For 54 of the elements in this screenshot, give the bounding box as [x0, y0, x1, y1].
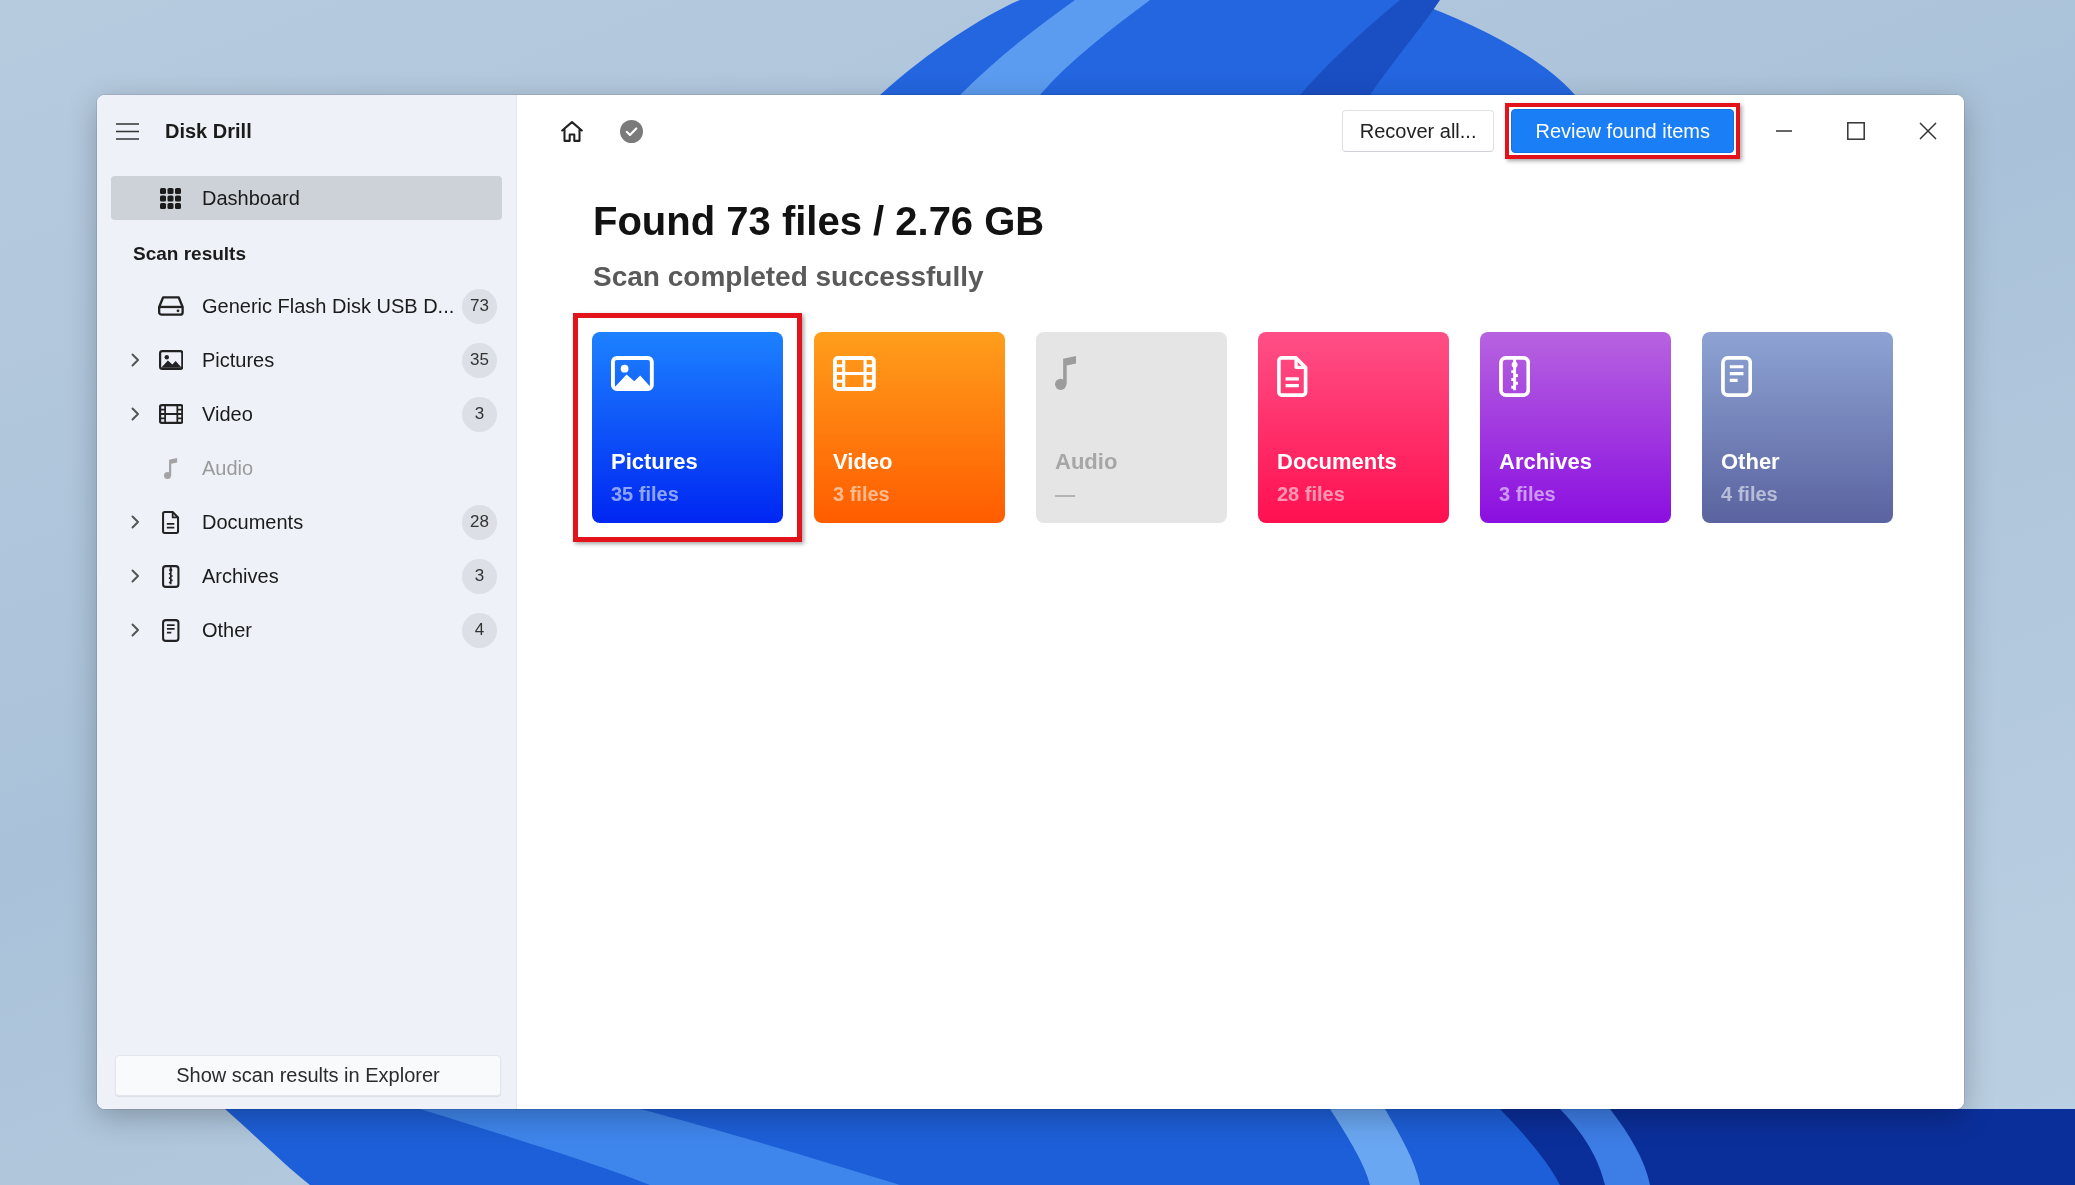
image-icon [158, 350, 184, 370]
file-count: 3 files [1499, 482, 1556, 507]
film-icon [833, 356, 876, 391]
file-count: 28 files [1277, 482, 1345, 507]
home-icon[interactable] [561, 120, 583, 142]
close-icon[interactable] [1919, 122, 1937, 140]
status-text: Scan completed successfully [593, 260, 984, 294]
image-icon [611, 356, 654, 391]
grid-icon [160, 187, 181, 209]
sidebar-item[interactable]: Generic Flash Disk USB D... 73 [97, 279, 516, 333]
chevron-right-icon[interactable] [131, 407, 140, 421]
check-circle-icon[interactable] [620, 119, 643, 143]
category-tile[interactable]: Other 4 files [1702, 332, 1893, 523]
count-badge: 35 [462, 342, 497, 378]
file-lines-icon [162, 618, 180, 642]
film-icon [158, 404, 184, 424]
menu-icon[interactable] [116, 122, 139, 140]
file-lines-icon [1721, 356, 1753, 397]
document-icon [1277, 356, 1308, 397]
primary-button[interactable]: Review found items [1511, 109, 1734, 153]
category-tile[interactable]: Archives 3 files [1480, 332, 1671, 523]
show-in-explorer-button[interactable]: Show scan results in Explorer [115, 1055, 501, 1096]
file-count: 35 files [611, 482, 679, 507]
sidebar-item[interactable]: Archives 3 [97, 549, 516, 603]
sidebar-item[interactable]: Documents 28 [97, 495, 516, 549]
sidebar-item[interactable]: Video 3 [97, 387, 516, 441]
count-badge: 4 [462, 612, 497, 648]
page-title: Found 73 files / 2.76 GB [593, 198, 1045, 245]
file-count: — [1055, 482, 1075, 507]
file-count: 3 files [833, 482, 890, 507]
music-note-icon [164, 457, 178, 479]
count-badge: 3 [462, 558, 497, 594]
zip-file-icon [162, 564, 180, 588]
maximize-icon[interactable] [1847, 122, 1865, 140]
chevron-right-icon[interactable] [131, 353, 140, 367]
secondary-button[interactable]: Recover all... [1341, 110, 1495, 152]
count-badge: 73 [462, 288, 497, 324]
drive-icon [158, 296, 184, 316]
count-badge: 3 [462, 396, 497, 432]
file-count: 4 files [1721, 482, 1778, 507]
sidebar-item[interactable]: Other 4 [97, 603, 516, 657]
category-tile[interactable]: Pictures 35 files [592, 332, 783, 523]
music-note-icon [1055, 356, 1077, 390]
chevron-right-icon[interactable] [131, 569, 140, 583]
nav-item[interactable]: Dashboard [111, 176, 502, 220]
category-tile[interactable]: Documents 28 files [1258, 332, 1449, 523]
document-icon [162, 510, 180, 534]
sidebar-item[interactable]: Pictures 35 [97, 333, 516, 387]
chevron-right-icon[interactable] [131, 623, 140, 637]
app-title: Disk Drill [165, 119, 252, 143]
zip-file-icon [1499, 356, 1531, 397]
count-badge: 28 [462, 504, 497, 540]
section-title: Scan results [132, 241, 246, 266]
chevron-right-icon[interactable] [131, 515, 140, 529]
